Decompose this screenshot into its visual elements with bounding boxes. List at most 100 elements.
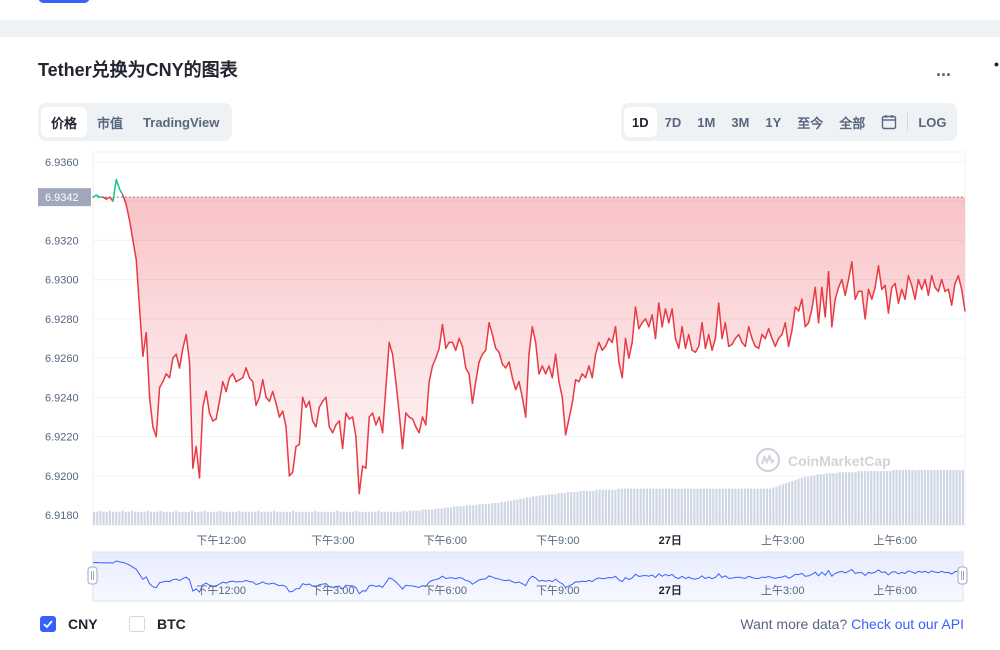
volume-bar xyxy=(348,511,352,525)
volume-bar xyxy=(127,511,130,525)
legend-item-cny[interactable]: CNY xyxy=(40,616,98,632)
volume-bar xyxy=(292,510,295,525)
volume-bar xyxy=(759,488,762,525)
volume-bar xyxy=(655,488,658,525)
volume-bar xyxy=(810,475,813,525)
volume-bar xyxy=(367,511,371,525)
volume-bar xyxy=(484,504,487,525)
volume-bar xyxy=(371,511,374,525)
navigator-handle-right[interactable] xyxy=(957,566,968,585)
volume-bar xyxy=(443,507,446,525)
volume-bar xyxy=(743,488,746,525)
tab-range-1y[interactable]: 1Y xyxy=(757,107,789,137)
primary-button-fragment[interactable] xyxy=(38,0,90,3)
volume-bar xyxy=(396,511,399,525)
volume-bar xyxy=(772,487,775,525)
volume-bar xyxy=(920,470,923,525)
volume-bar xyxy=(121,510,124,525)
x-tick-label: 下午9:00 xyxy=(536,534,579,547)
volume-bar xyxy=(696,488,699,525)
btc-checkbox[interactable] xyxy=(129,616,145,632)
volume-bar xyxy=(181,511,184,525)
volume-bar xyxy=(339,511,342,525)
volume-bar xyxy=(709,488,712,525)
volume-bar xyxy=(266,511,269,525)
volume-bar xyxy=(718,488,721,525)
tab-tradingview[interactable]: TradingView xyxy=(133,107,229,137)
tab-market-cap[interactable]: 市值 xyxy=(87,107,133,137)
volume-bar xyxy=(434,508,437,525)
api-link[interactable]: Check out our API xyxy=(851,616,964,632)
navigator-x-tick-label: 27日 xyxy=(659,584,682,597)
y-tick-label: 6.9260 xyxy=(45,353,79,365)
volume-bar xyxy=(652,488,655,525)
volume-bar xyxy=(203,510,206,525)
tab-range-all[interactable]: 全部 xyxy=(831,107,873,137)
volume-bar xyxy=(904,470,908,525)
volume-bar xyxy=(456,506,459,525)
api-prompt: Want more data? Check out our API xyxy=(740,616,964,632)
y-axis: 6.93606.93406.93206.93006.92806.92606.92… xyxy=(45,157,79,522)
volume-bar xyxy=(285,511,288,525)
watermark-text: CoinMarketCap xyxy=(788,453,891,469)
volume-bar xyxy=(835,473,838,525)
volume-bar xyxy=(412,510,415,525)
x-tick-label: 27日 xyxy=(659,534,682,547)
price-segment xyxy=(118,188,124,196)
volume-bar xyxy=(822,474,825,525)
tab-range-ytd[interactable]: 至今 xyxy=(789,107,831,137)
volume-bar xyxy=(734,488,737,525)
volume-bar xyxy=(175,510,178,525)
volume-bar xyxy=(538,495,541,525)
volume-bar xyxy=(115,511,118,525)
tab-range-1m[interactable]: 1M xyxy=(689,107,723,137)
volume-bar xyxy=(165,511,168,525)
volume-bar xyxy=(197,511,200,525)
legend-item-btc[interactable]: BTC xyxy=(129,616,186,632)
tab-log-scale[interactable]: LOG xyxy=(910,107,954,137)
tab-range-3m[interactable]: 3M xyxy=(723,107,757,137)
volume-bar xyxy=(800,477,803,525)
volume-bar xyxy=(579,490,582,525)
cny-checkbox[interactable] xyxy=(40,616,56,632)
volume-bar xyxy=(933,470,936,525)
volume-bar xyxy=(219,510,222,525)
range-navigator[interactable]: 下午12:00 下午3:00 下午6:00 下午9:00 27日 上午3:00 上午6:00 xyxy=(87,551,968,602)
volume-bar xyxy=(450,507,453,525)
volume-bar xyxy=(848,472,851,525)
calendar-icon[interactable] xyxy=(873,107,905,137)
volume-bar xyxy=(301,511,304,525)
tab-price[interactable]: 价格 xyxy=(41,107,88,137)
volume-bar xyxy=(440,508,443,525)
volume-bar xyxy=(690,488,693,525)
volume-bar xyxy=(551,494,554,525)
tab-range-1d[interactable]: 1D xyxy=(624,107,657,137)
volume-bar xyxy=(911,470,914,525)
volume-bar xyxy=(153,511,156,525)
volume-bar xyxy=(762,488,765,525)
volume-bar xyxy=(260,511,263,525)
tab-range-7d[interactable]: 7D xyxy=(657,107,690,137)
volume-bar xyxy=(626,488,630,525)
volume-bar xyxy=(645,488,649,525)
volume-bar xyxy=(914,470,917,525)
volume-bar xyxy=(529,497,532,525)
volume-bar xyxy=(611,489,614,525)
navigator-handle-left[interactable] xyxy=(87,566,98,585)
edge-fragment: • xyxy=(994,56,999,72)
volume-bar xyxy=(892,470,895,525)
volume-bar xyxy=(589,490,592,525)
volume-bar xyxy=(143,511,146,525)
volume-bar xyxy=(244,511,247,525)
volume-bar xyxy=(649,488,652,525)
volume-bar xyxy=(124,511,127,525)
more-options-icon[interactable]: ... xyxy=(936,60,951,81)
volume-bar xyxy=(317,511,320,525)
volume-bar xyxy=(257,510,260,525)
volume-bar xyxy=(345,511,348,525)
volume-bar xyxy=(421,509,424,525)
volume-bar xyxy=(702,488,705,525)
volume-bar xyxy=(418,510,421,525)
volume-bar xyxy=(547,494,551,525)
current-price-label: 6.9342 xyxy=(45,192,79,204)
